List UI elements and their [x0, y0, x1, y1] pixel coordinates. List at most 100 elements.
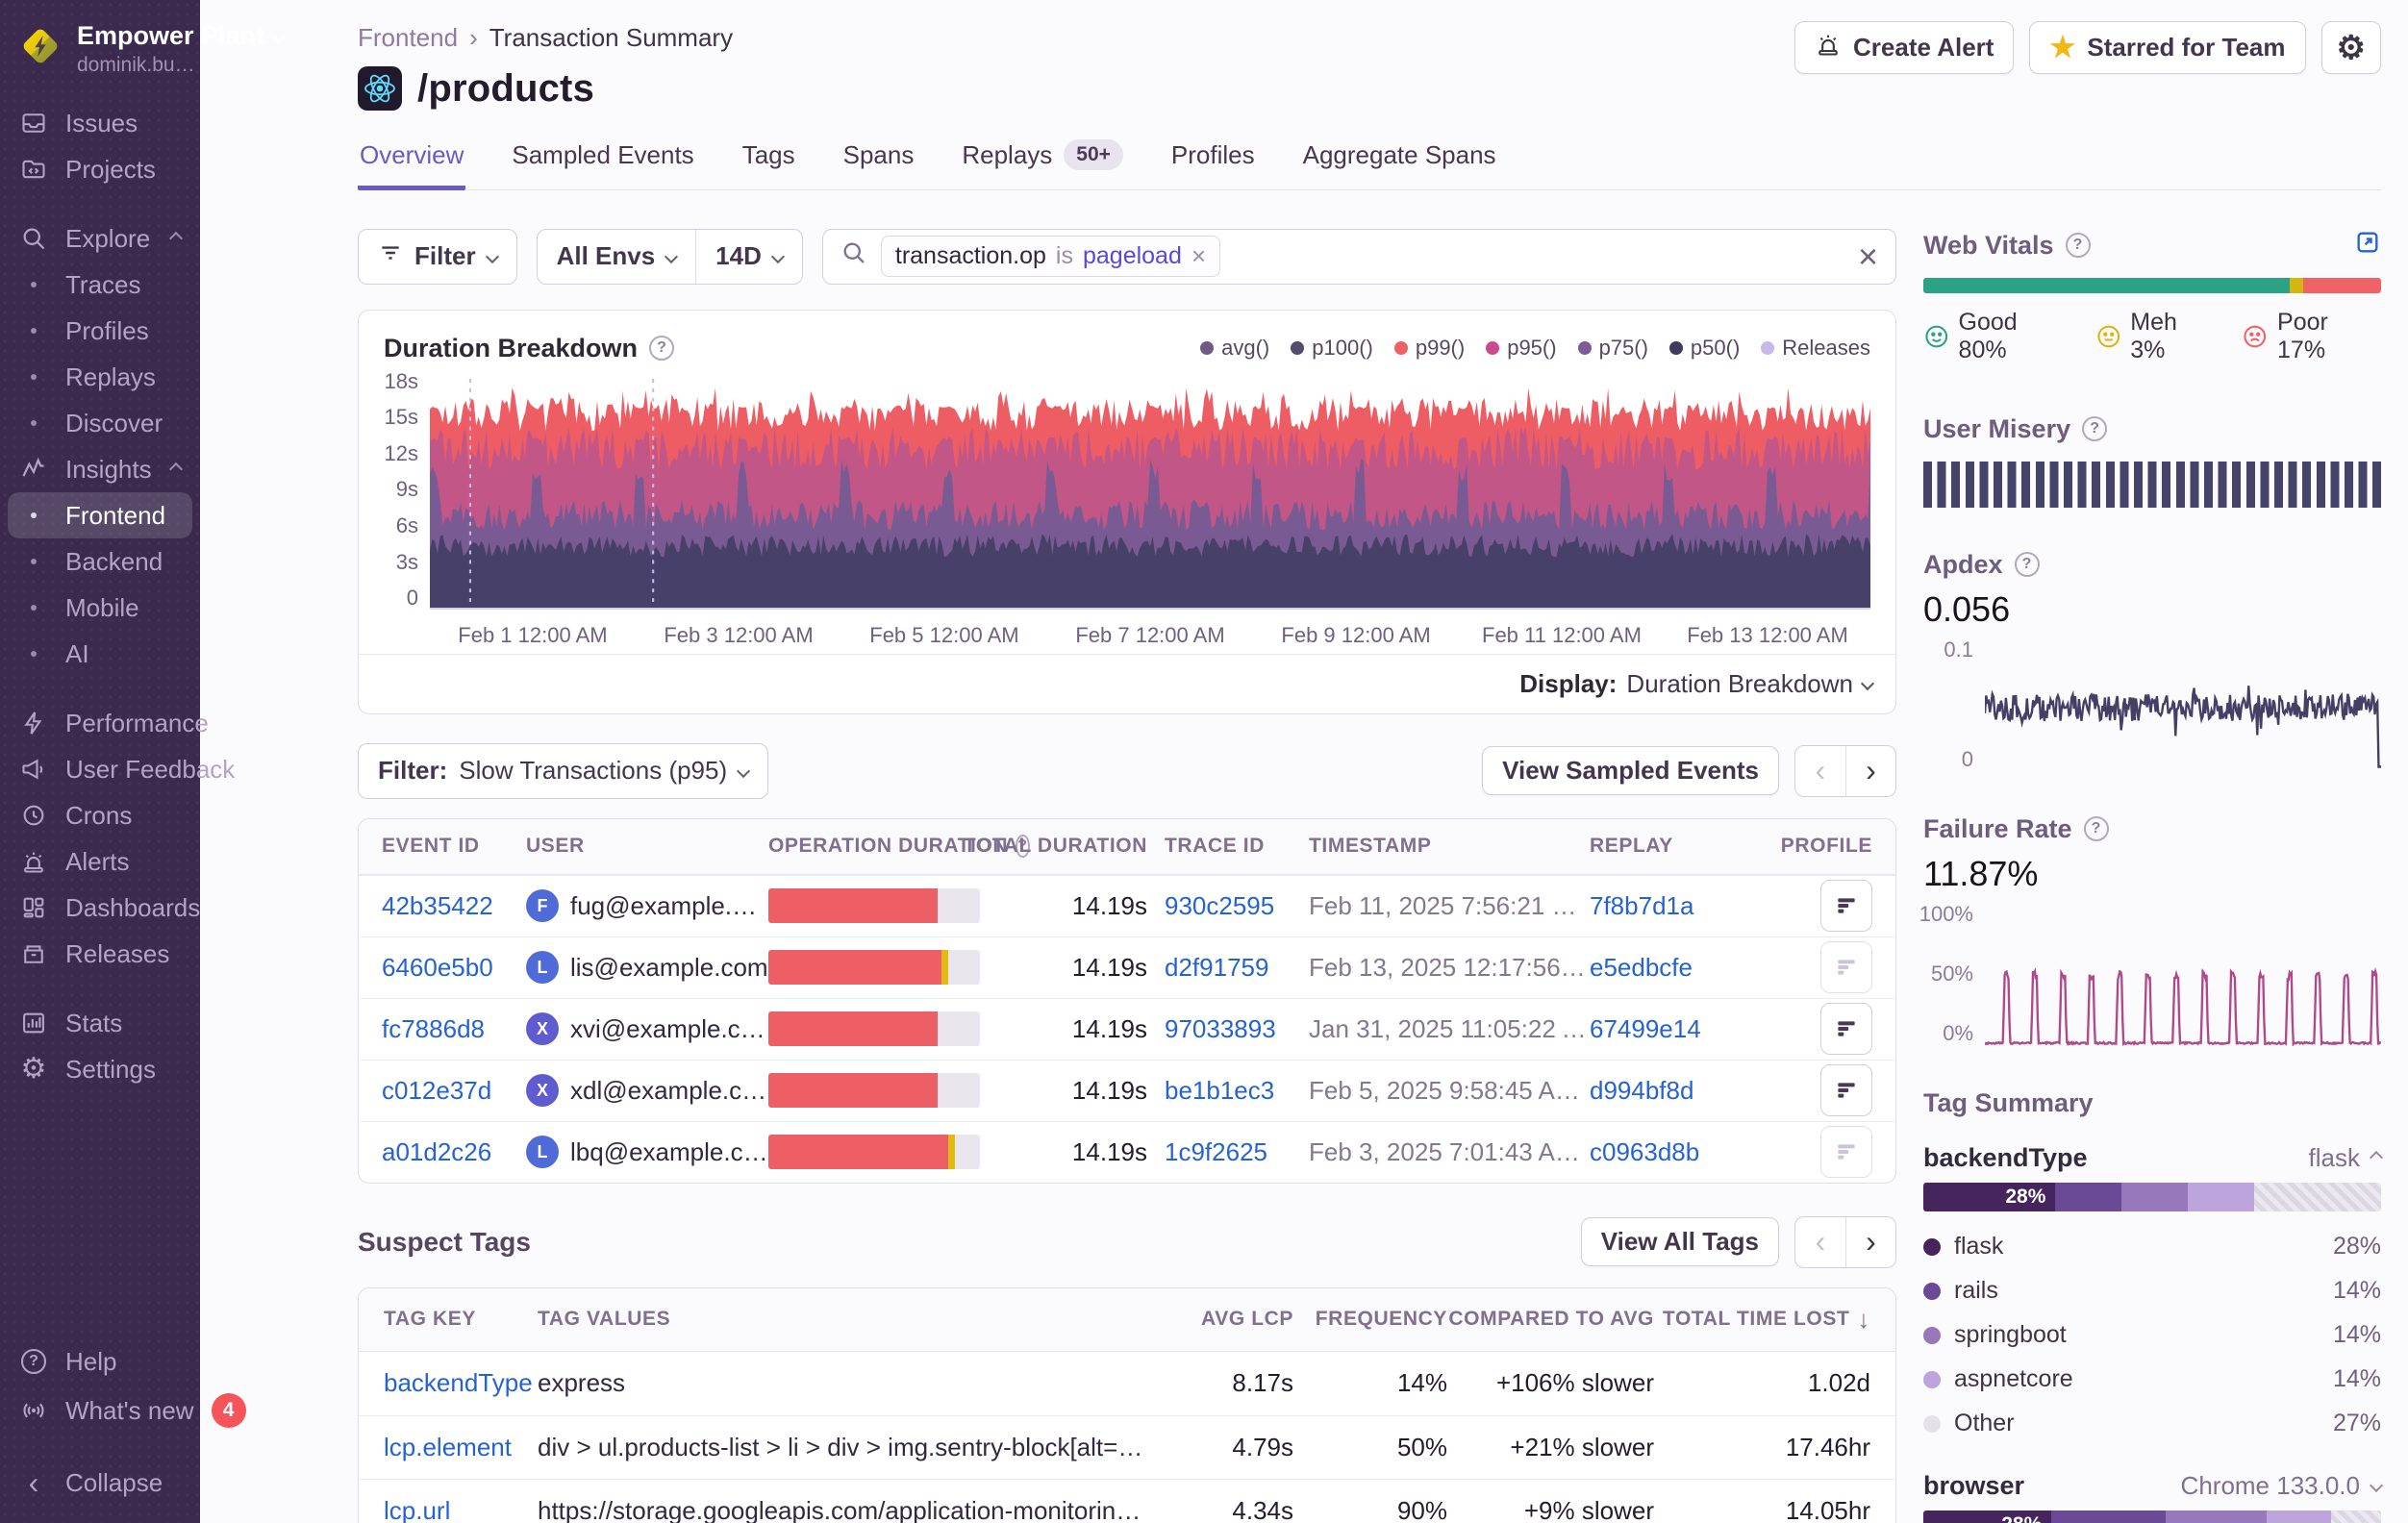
- sidebar-item-backend[interactable]: Backend: [8, 538, 192, 585]
- help-icon[interactable]: ?: [2015, 552, 2040, 577]
- sidebar-collapse-button[interactable]: ‹ Collapse: [8, 1460, 192, 1506]
- trace-id-link[interactable]: be1b1ec3: [1147, 1076, 1292, 1106]
- duration-breakdown-chart[interactable]: [430, 379, 1870, 610]
- prev-page-button[interactable]: ‹: [1795, 746, 1845, 796]
- replay-link[interactable]: 7f8b7d1a: [1590, 891, 1732, 921]
- create-alert-button[interactable]: Create Alert: [1794, 21, 2014, 74]
- user-email: lbq@example.c…: [570, 1137, 768, 1167]
- tab-profiles[interactable]: Profiles: [1169, 137, 1257, 190]
- sidebar-item-issues[interactable]: Issues: [8, 100, 192, 146]
- transactions-filter-button[interactable]: Filter: Slow Transactions (p95): [358, 743, 768, 799]
- tab-overview[interactable]: Overview: [358, 137, 465, 190]
- replay-link[interactable]: e5edbcfe: [1590, 953, 1732, 983]
- tag-value-dropdown[interactable]: flask: [2309, 1143, 2381, 1173]
- list-item[interactable]: Other27%: [1923, 1402, 2381, 1446]
- sidebar-item-user-feedback[interactable]: User Feedback: [8, 746, 192, 792]
- profile-button[interactable]: [1820, 941, 1872, 993]
- event-id-link[interactable]: 6460e5b0: [382, 953, 526, 983]
- next-page-button[interactable]: ›: [1845, 746, 1895, 796]
- next-page-button[interactable]: ›: [1845, 1217, 1895, 1267]
- tag-key-link[interactable]: backendType: [384, 1368, 538, 1398]
- environment-selector[interactable]: All Envs: [538, 230, 696, 284]
- tab-aggregate-spans[interactable]: Aggregate Spans: [1301, 137, 1498, 190]
- event-id-link[interactable]: a01d2c26: [382, 1137, 526, 1167]
- sort-desc-icon[interactable]: ↓: [1857, 1305, 1870, 1335]
- event-id-link[interactable]: fc7886d8: [382, 1014, 526, 1044]
- bullet-icon: [19, 639, 48, 668]
- sidebar-item-performance[interactable]: Performance: [8, 700, 192, 746]
- profile-button[interactable]: [1820, 1126, 1872, 1178]
- sidebar-item-releases[interactable]: Releases: [8, 931, 192, 977]
- sidebar-item-projects[interactable]: Projects: [8, 146, 192, 192]
- trace-id-link[interactable]: 1c9f2625: [1147, 1137, 1292, 1167]
- tab-spans[interactable]: Spans: [841, 137, 916, 190]
- search-bar[interactable]: transaction.op is pageload × ×: [822, 229, 1896, 285]
- legend-label[interactable]: p95(): [1507, 336, 1556, 361]
- breadcrumb-project-link[interactable]: Frontend: [358, 23, 458, 53]
- trace-id-link[interactable]: d2f91759: [1147, 953, 1292, 983]
- org-switcher[interactable]: Empower Plant dominik.buszowiec…: [8, 0, 192, 100]
- sidebar-item-ai[interactable]: AI: [8, 631, 192, 677]
- tab-sampled-events[interactable]: Sampled Events: [510, 137, 695, 190]
- trace-id-link[interactable]: 97033893: [1147, 1014, 1292, 1044]
- tag-key-link[interactable]: lcp.url: [384, 1496, 538, 1523]
- sidebar-item-dashboards[interactable]: Dashboards: [8, 885, 192, 931]
- legend-label[interactable]: p75(): [1599, 336, 1648, 361]
- replay-link[interactable]: d994bf8d: [1590, 1076, 1732, 1106]
- sidebar-item-replays[interactable]: Replays: [8, 354, 192, 400]
- tag-value-dropdown[interactable]: Chrome 133.0.0: [2181, 1471, 2381, 1501]
- replay-link[interactable]: c0963d8b: [1590, 1137, 1732, 1167]
- list-item[interactable]: springboot14%: [1923, 1313, 2381, 1358]
- profile-button[interactable]: [1820, 1003, 1872, 1055]
- sidebar-item-mobile[interactable]: Mobile: [8, 585, 192, 631]
- list-item[interactable]: rails14%: [1923, 1269, 2381, 1313]
- view-all-tags-button[interactable]: View All Tags: [1581, 1217, 1779, 1266]
- date-range-selector[interactable]: 14D: [695, 230, 802, 284]
- trace-id-link[interactable]: 930c2595: [1147, 891, 1292, 921]
- legend-label[interactable]: avg(): [1221, 336, 1269, 361]
- sidebar-item-help[interactable]: ? Help: [8, 1338, 192, 1385]
- sidebar-item-whats-new[interactable]: What's new 4: [8, 1385, 192, 1436]
- sidebar-item-explore[interactable]: Explore: [8, 215, 192, 262]
- sidebar-item-frontend[interactable]: Frontend: [8, 492, 192, 538]
- tab-replays[interactable]: Replays50+: [960, 137, 1125, 190]
- breadcrumb-current: Transaction Summary: [489, 23, 733, 53]
- event-id-link[interactable]: 42b35422: [382, 891, 526, 921]
- search-clear-icon[interactable]: ×: [1858, 239, 1878, 274]
- sidebar-item-stats[interactable]: Stats: [8, 1000, 192, 1046]
- token-remove-icon[interactable]: ×: [1191, 241, 1206, 271]
- view-sampled-events-button[interactable]: View Sampled Events: [1482, 746, 1779, 795]
- search-token[interactable]: transaction.op is pageload ×: [881, 236, 1220, 277]
- sidebar-item-alerts[interactable]: Alerts: [8, 838, 192, 885]
- prev-page-button[interactable]: ‹: [1795, 1217, 1845, 1267]
- profile-button[interactable]: [1820, 1064, 1872, 1116]
- legend-label[interactable]: Releases: [1782, 336, 1870, 361]
- legend-label[interactable]: p50(): [1691, 336, 1740, 361]
- sidebar-item-traces[interactable]: Traces: [8, 262, 192, 308]
- event-id-link[interactable]: c012e37d: [382, 1076, 526, 1106]
- sidebar-item-settings[interactable]: ⚙ Settings: [8, 1046, 192, 1092]
- tag-key-link[interactable]: lcp.element: [384, 1433, 538, 1462]
- starred-for-team-button[interactable]: ★ Starred for Team: [2029, 21, 2305, 74]
- transaction-settings-button[interactable]: ⚙: [2321, 21, 2381, 74]
- filter-button[interactable]: Filter: [358, 229, 517, 285]
- open-web-vitals-icon[interactable]: [2354, 229, 2381, 262]
- sidebar-item-discover[interactable]: Discover: [8, 400, 192, 446]
- sidebar-item-insights[interactable]: Insights: [8, 446, 192, 492]
- search-input[interactable]: [1234, 241, 1844, 271]
- web-vitals-bar: [1923, 278, 2381, 293]
- legend-label[interactable]: p100(): [1312, 336, 1373, 361]
- profile-button[interactable]: [1820, 880, 1872, 932]
- help-icon[interactable]: ?: [2082, 416, 2107, 441]
- help-icon[interactable]: ?: [2066, 233, 2091, 258]
- list-item[interactable]: aspnetcore14%: [1923, 1358, 2381, 1402]
- sidebar-item-crons[interactable]: Crons: [8, 792, 192, 838]
- tab-tags[interactable]: Tags: [740, 137, 797, 190]
- list-item[interactable]: flask28%: [1923, 1225, 2381, 1269]
- sidebar-item-profiles[interactable]: Profiles: [8, 308, 192, 354]
- replay-link[interactable]: 67499e14: [1590, 1014, 1732, 1044]
- legend-label[interactable]: p99(): [1416, 336, 1465, 361]
- help-icon[interactable]: ?: [2084, 816, 2109, 841]
- help-icon[interactable]: ?: [649, 336, 674, 361]
- display-dropdown[interactable]: Display: Duration Breakdown: [359, 654, 1895, 713]
